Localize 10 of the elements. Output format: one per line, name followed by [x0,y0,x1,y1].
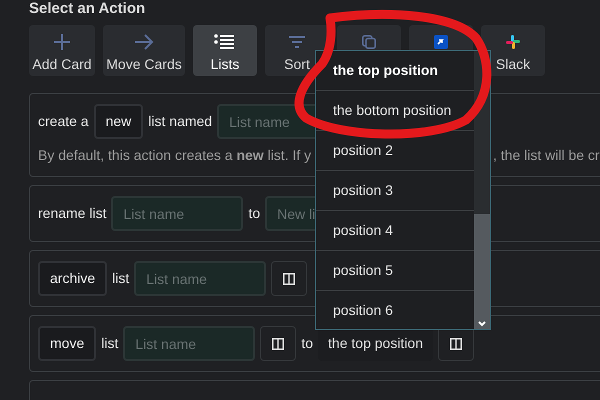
label-text: rename list [38,204,106,223]
label-text: to [301,334,314,353]
label-text: list named [148,112,212,131]
section-title: Select an Action [29,0,146,19]
label-text: list [101,334,118,353]
help-text: , the list will be cr [493,146,600,165]
label-text: list [112,269,130,288]
help-text: By default, this action creates a new list. If y [38,146,312,165]
label-text: create a [38,112,89,131]
label-text: to [248,204,260,223]
